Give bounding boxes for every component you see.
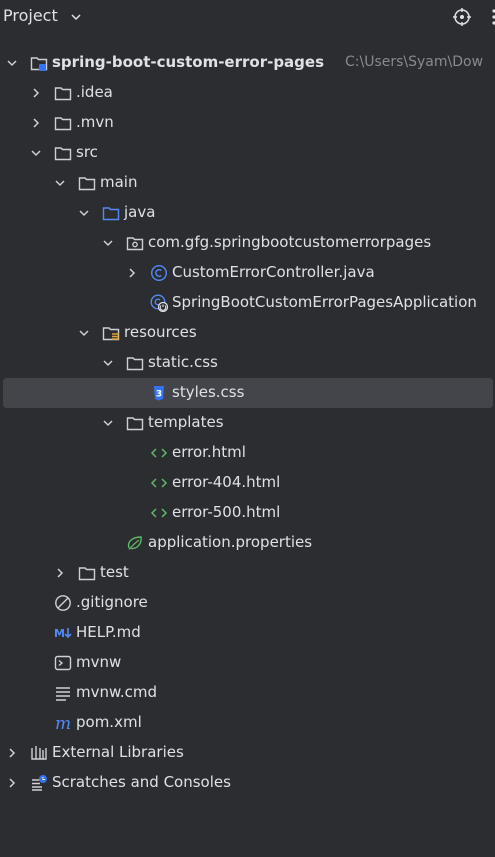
more-icon[interactable] [488, 7, 495, 27]
tree-item-label: spring-boot-custom-error-pages [52, 53, 325, 71]
chevron-down-icon[interactable] [70, 11, 82, 23]
chevron-right-icon[interactable] [6, 777, 18, 789]
tree-item-label: .mvn [76, 113, 114, 131]
package-icon [126, 237, 144, 251]
tree-item-label: CustomErrorController.java [172, 263, 375, 281]
panel-title[interactable]: Project [3, 6, 58, 25]
chevron-right-icon[interactable] [126, 267, 138, 279]
tree-item-label: pom.xml [76, 713, 142, 731]
tree-row-mvnw-cmd[interactable]: mvnw.cmd [0, 678, 495, 708]
tree-item-label: test [100, 563, 129, 581]
chevron-down-icon[interactable] [78, 207, 90, 219]
tree-row-error-html[interactable]: error.html [0, 438, 495, 468]
tree-item-label: error.html [172, 443, 246, 461]
tree-row-test[interactable]: test [0, 558, 495, 588]
tree-row-pom-xml[interactable]: m pom.xml [0, 708, 495, 738]
tree-item-label: .idea [76, 83, 113, 101]
html-file-icon [150, 508, 168, 518]
tree-item-label: static.css [148, 353, 218, 371]
chevron-down-icon[interactable] [54, 177, 66, 189]
tree-item-label: External Libraries [52, 743, 184, 761]
folder-icon [54, 147, 72, 161]
tree-row-com-gfg-springbootcustomerrorpages[interactable]: com.gfg.springbootcustomerrorpages [0, 228, 495, 258]
markdown-file-icon: M [54, 627, 72, 640]
chevron-right-icon[interactable] [54, 567, 66, 579]
tree-row-help-md[interactable]: M HELP.md [0, 618, 495, 648]
project-path: C:\Users\Syam\Dow [345, 54, 484, 70]
tree-row-application-properties[interactable]: application.properties [0, 528, 495, 558]
tree-row-springbootcustomerrorpagesapplication[interactable]: SpringBootCustomErrorPagesApplication [0, 288, 495, 318]
chevron-down-icon[interactable] [78, 327, 90, 339]
tree-row-mvn[interactable]: .mvn [0, 108, 495, 138]
project-panel-header: Project [0, 0, 495, 34]
folder-icon [54, 117, 72, 131]
tree-item-label: resources [124, 323, 197, 341]
tree-row-scratches-and-consoles[interactable]: Scratches and Consoles [0, 768, 495, 798]
tree-row-resources[interactable]: resources [0, 318, 495, 348]
chevron-down-icon[interactable] [102, 237, 114, 249]
tree-item-label: mvnw [76, 653, 122, 671]
scratches-icon [32, 775, 47, 791]
tree-row-styles-css[interactable]: 3 styles.css [3, 378, 493, 408]
ignore-file-icon [55, 595, 71, 611]
terminal-file-icon [54, 655, 72, 671]
text-file-icon [56, 687, 70, 701]
source-folder-icon [102, 207, 120, 221]
tree-item-label: mvnw.cmd [76, 683, 158, 701]
crosshair-icon[interactable] [452, 7, 472, 27]
chevron-down-icon[interactable] [6, 57, 18, 69]
folder-icon [126, 417, 144, 431]
folder-icon [126, 357, 144, 371]
tree-item-label: .gitignore [76, 593, 148, 611]
tree-item-label: Scratches and Consoles [52, 773, 231, 791]
tree-item-label: src [76, 143, 98, 161]
chevron-down-icon[interactable] [102, 357, 114, 369]
chevron-right-icon[interactable] [30, 87, 42, 99]
class-icon [150, 264, 168, 282]
module-folder-icon [30, 57, 48, 71]
chevron-right-icon[interactable] [6, 747, 18, 759]
tree-item-label: HELP.md [76, 623, 141, 641]
tree-row-spring-boot-custom-error-pages[interactable]: spring-boot-custom-error-pages C:\Users\S… [0, 48, 495, 78]
html-file-icon [150, 448, 168, 458]
svg-text:m: m [55, 714, 71, 732]
tree-item-label: com.gfg.springbootcustomerrorpages [148, 233, 432, 251]
css-file-icon: 3 [154, 386, 164, 401]
tree-row-gitignore[interactable]: .gitignore [0, 588, 495, 618]
resources-folder-icon [102, 327, 120, 341]
tree-row-idea[interactable]: .idea [0, 78, 495, 108]
tree-item-label: error-404.html [172, 473, 281, 491]
tree-row-static-css[interactable]: static.css [0, 348, 495, 378]
tree-item-label: SpringBootCustomErrorPagesApplication [172, 293, 477, 311]
tree-row-external-libraries[interactable]: External Libraries [0, 738, 495, 768]
folder-icon [78, 567, 96, 581]
chevron-down-icon[interactable] [30, 147, 42, 159]
tree-item-label: templates [148, 413, 224, 431]
folder-icon [78, 177, 96, 191]
tree-row-customerrorcontroller-java[interactable]: CustomErrorController.java [0, 258, 495, 288]
maven-file-icon: m [55, 714, 71, 732]
tree-row-java[interactable]: java [0, 198, 495, 228]
libraries-icon [31, 746, 47, 760]
tree-item-label: styles.css [172, 383, 245, 401]
svg-text:M: M [54, 627, 65, 640]
tree-row-error-500-html[interactable]: error-500.html [0, 498, 495, 528]
spring-properties-icon [127, 536, 142, 550]
tree-row-templates[interactable]: templates [0, 408, 495, 438]
spring-boot-class-icon [150, 294, 168, 312]
tree-row-src[interactable]: src [0, 138, 495, 168]
tree-row-main[interactable]: main [0, 168, 495, 198]
svg-text:3: 3 [156, 390, 162, 400]
tree-row-error-404-html[interactable]: error-404.html [0, 468, 495, 498]
folder-icon [54, 87, 72, 101]
chevron-down-icon[interactable] [102, 417, 114, 429]
tree-item-label: main [100, 173, 138, 191]
chevron-right-icon[interactable] [30, 117, 42, 129]
tree-item-label: error-500.html [172, 503, 281, 521]
tree-item-label: application.properties [148, 533, 313, 551]
tree-item-label: java [124, 203, 156, 221]
tree-row-mvnw[interactable]: mvnw [0, 648, 495, 678]
html-file-icon [150, 478, 168, 488]
